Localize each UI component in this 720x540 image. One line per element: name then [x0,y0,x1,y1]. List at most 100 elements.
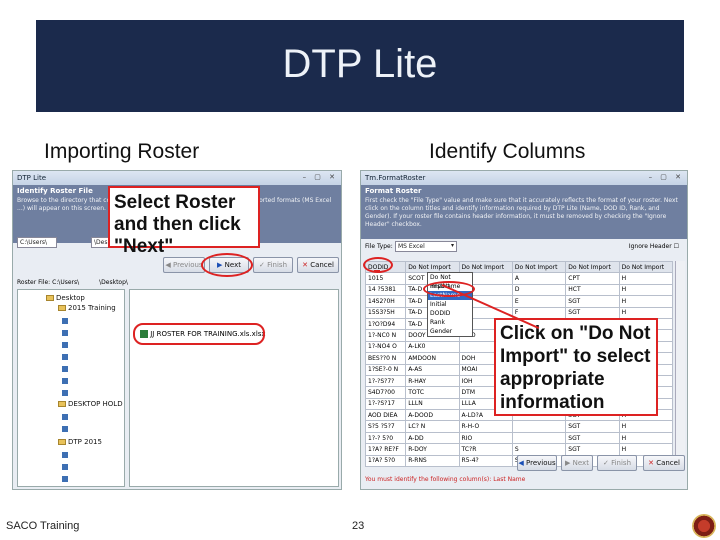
table-row: S?5 ?5?7 LC? N R-H-O SGT H [364,420,674,433]
tree-item[interactable]: DESKTOP HOLD [58,400,123,408]
dropdown-option[interactable]: Initial [428,300,472,309]
table-cell: 1?O?D94 [364,317,407,331]
table-cell: H [618,272,674,285]
right-next-label: Next [572,459,589,467]
table-cell: 14 ?5381 [364,283,407,297]
checkbox-icon: ☐ [673,243,679,250]
table-cell: S?5 ?5?7 [364,420,407,433]
cancel-button[interactable]: ✕ Cancel [297,257,339,273]
table-cell: R5-4? [458,454,513,468]
column-header[interactable]: Do Not Import [565,260,620,274]
table-cell: H [618,283,674,297]
status-message: You must identify the following column(s… [365,476,526,483]
table-cell: D [511,283,567,297]
callout-connector [374,270,380,272]
file-type-value: MS Excel [398,243,425,250]
previous-label: Previous [173,261,203,269]
folder-icon [62,378,68,384]
ignore-header-checkbox[interactable]: Ignore Header ☐ [629,243,679,250]
table-cell: A-DD [405,431,460,445]
path-field[interactable]: C:\Users\ [17,237,57,248]
right-previous-button[interactable]: ◀ Previous [517,455,557,471]
left-window-titlebar: DTP Lite [13,171,341,185]
folder-icon [62,452,68,458]
tree-item-label: Desktop [56,294,85,302]
column-header[interactable]: Do Not Import [618,260,674,274]
folder-icon [62,318,68,324]
table-cell: SGT [565,431,620,445]
right-heading: Identify Columns [429,140,586,163]
tree-item[interactable]: Desktop [46,294,85,302]
folder-icon [62,390,68,396]
page-number: 23 [352,520,365,532]
dropdown-option[interactable]: DODID [428,309,472,318]
table-row: 15S3?5H TA-D F SGT H [364,306,674,319]
table-row: 1015 SCOT A CPT H [364,272,674,285]
folder-tree[interactable]: Desktop 2015 Training DESKTOP HOLD DTP 2… [17,289,125,487]
folder-icon [46,295,54,301]
right-pane-header: Format Roster First check the "File Type… [361,185,687,239]
roster-file-highlight [133,323,265,345]
cancel-icon: ✕ [648,459,654,467]
cancel-icon: ✕ [302,261,308,269]
table-cell: 1?-?S?17 [364,397,407,411]
table-cell: H [618,431,674,445]
seal-logo-icon [692,514,716,538]
roster-file-label-b: \Desktop\ [99,279,128,286]
right-cancel-button[interactable]: ✕ Cancel [643,455,685,471]
table-cell: TC?R [458,443,513,456]
tree-item[interactable]: DTP 2015 [58,438,102,446]
left-window-controls[interactable]: – ▢ ✕ [303,173,338,181]
folder-icon [62,366,68,372]
table-cell: R-HAY [405,374,460,388]
table-cell: A-LK0 [405,340,460,354]
folder-icon [62,354,68,360]
tree-item-label: DTP 2015 [68,438,102,446]
table-cell [511,420,567,433]
table-cell: HCT [565,283,620,297]
table-cell: E [511,295,567,308]
folder-icon [62,330,68,336]
table-cell: H [618,295,674,308]
folder-icon [62,464,68,470]
table-cell: R-RNS [405,454,460,468]
table-row: 1?A? RE?F R-DOY TC?R S SGT H [364,443,674,456]
table-cell: LC? N [405,420,460,433]
finish-button[interactable]: ✓ Finish [253,257,293,273]
finish-label: Finish [267,261,288,269]
right-finish-button[interactable]: ✓ Finish [597,455,637,471]
roster-file-label-a: Roster File: C:\Users\ [17,279,80,286]
previous-button[interactable]: ◀ Previous [163,257,205,273]
right-next-button[interactable]: ▶ Next [561,455,593,471]
right-window-controls[interactable]: – ▢ ✕ [649,173,684,181]
dropdown-option[interactable]: Gender [428,327,472,336]
table-row: 14 ?5381 TA-D D HCT H [364,283,674,297]
column-header[interactable]: Do Not Import [511,260,567,274]
left-heading: Importing Roster [44,140,200,163]
table-cell: SGT [565,306,620,319]
table-cell: H [618,443,674,456]
table-cell: 1?A? 5?0 [364,454,407,468]
right-cancel-label: Cancel [656,459,680,467]
right-callout: Click on "Do Not Import" to select appro… [494,318,658,416]
table-cell: 1?-NC0 N [364,329,407,342]
next-button-highlight [201,253,253,277]
table-cell: H [618,306,674,319]
grid-scrollbar[interactable] [675,261,685,457]
file-type-select[interactable]: MS Excel ▾ [395,241,457,252]
cancel-label: Cancel [310,261,334,269]
file-list[interactable]: JJ ROSTER FOR TRAINING.xls.xlsx [129,289,339,487]
tree-item-label: 2015 Training [68,304,116,312]
roster-file-label: Roster File: C:\Users\ \Desktop\ [17,279,128,286]
folder-icon [58,439,66,445]
folder-icon [58,305,66,311]
right-window-titlebar: Tm.FormatRoster [361,171,687,185]
table-cell: CPT [565,272,620,285]
right-pane-title: Format Roster [365,187,422,195]
dropdown-option[interactable]: Rank [428,318,472,327]
tree-item-label: DESKTOP HOLD [68,400,123,408]
tree-item[interactable]: 2015 Training [58,304,116,312]
table-cell: AOD DIEA [364,409,407,422]
table-cell: SGT [565,295,620,308]
folder-icon [62,342,68,348]
